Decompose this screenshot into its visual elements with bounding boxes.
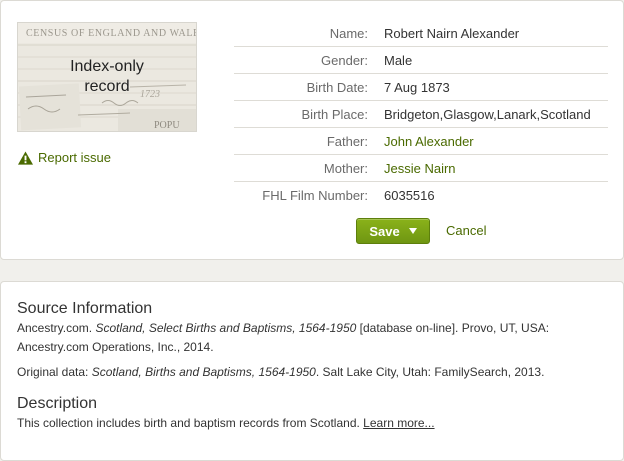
thumbnail-overlay: Index-only record xyxy=(18,23,196,131)
source-citation: Ancestry.com. Scotland, Select Births an… xyxy=(17,319,607,357)
field-label: FHL Film Number: xyxy=(262,187,368,203)
field-value-birth-date: 7 Aug 1873 xyxy=(384,79,450,95)
field-label: Mother: xyxy=(323,160,368,176)
original-data-citation: Original data: Scotland, Births and Bapt… xyxy=(17,363,607,382)
field-value-fhl-film-number: 6035516 xyxy=(384,187,435,203)
learn-more-link[interactable]: Learn more... xyxy=(363,416,434,430)
description-text: This collection includes birth and bapti… xyxy=(17,414,607,433)
original-prefix: Original data: xyxy=(17,365,92,379)
field-row-gender: Gender: Male xyxy=(234,47,608,74)
father-link[interactable]: John Alexander xyxy=(368,134,474,149)
record-fields-table: Name: Robert Nairn Alexander Gender: Mal… xyxy=(234,20,608,208)
field-label: Gender: xyxy=(321,52,368,68)
citation-title: Scotland, Select Births and Baptisms, 15… xyxy=(95,321,357,335)
field-row-fhl-film-number: FHL Film Number: 6035516 xyxy=(234,182,608,208)
record-thumbnail[interactable]: CENSUS OF ENGLAND AND WALES, POPU 1723 I… xyxy=(17,22,197,132)
original-suffix: . Salt Lake City, Utah: FamilySearch, 20… xyxy=(315,365,545,379)
source-panel: Source Information Ancestry.com. Scotlan… xyxy=(0,281,624,461)
field-row-mother: Mother: Jessie Nairn xyxy=(234,155,608,182)
description-body: This collection includes birth and bapti… xyxy=(17,416,364,430)
original-title: Scotland, Births and Baptisms, 1564-1950 xyxy=(91,365,316,379)
field-label: Name: xyxy=(329,25,368,41)
citation-prefix: Ancestry.com. xyxy=(17,321,96,335)
field-row-birth-date: Birth Date: 7 Aug 1873 xyxy=(234,74,608,101)
field-value-gender: Male xyxy=(384,52,413,68)
field-value-name: Robert Nairn Alexander xyxy=(384,25,520,41)
index-only-label: Index-only record xyxy=(70,58,144,95)
cancel-link[interactable]: Cancel xyxy=(446,223,486,238)
field-row-father: Father: John Alexander xyxy=(234,128,608,155)
mother-link[interactable]: Jessie Nairn xyxy=(368,161,456,176)
chevron-down-icon xyxy=(408,228,417,234)
source-information-heading: Source Information xyxy=(17,300,153,317)
report-issue-link[interactable]: Report issue xyxy=(18,150,111,165)
report-issue-label: Report issue xyxy=(38,150,111,165)
field-value-birth-place: Bridgeton,Glasgow,Lanark,Scotland xyxy=(384,106,591,122)
save-button[interactable]: Save xyxy=(356,218,430,244)
field-row-name: Name: Robert Nairn Alexander xyxy=(234,20,608,47)
field-label: Father: xyxy=(326,133,368,149)
record-panel: CENSUS OF ENGLAND AND WALES, POPU 1723 I… xyxy=(0,0,624,260)
warning-icon xyxy=(18,150,33,165)
field-row-birth-place: Birth Place: Bridgeton,Glasgow,Lanark,Sc… xyxy=(234,101,608,128)
description-heading: Description xyxy=(17,395,98,412)
field-label: Birth Date: xyxy=(306,79,368,95)
save-button-label: Save xyxy=(369,223,400,239)
field-label: Birth Place: xyxy=(301,106,368,122)
